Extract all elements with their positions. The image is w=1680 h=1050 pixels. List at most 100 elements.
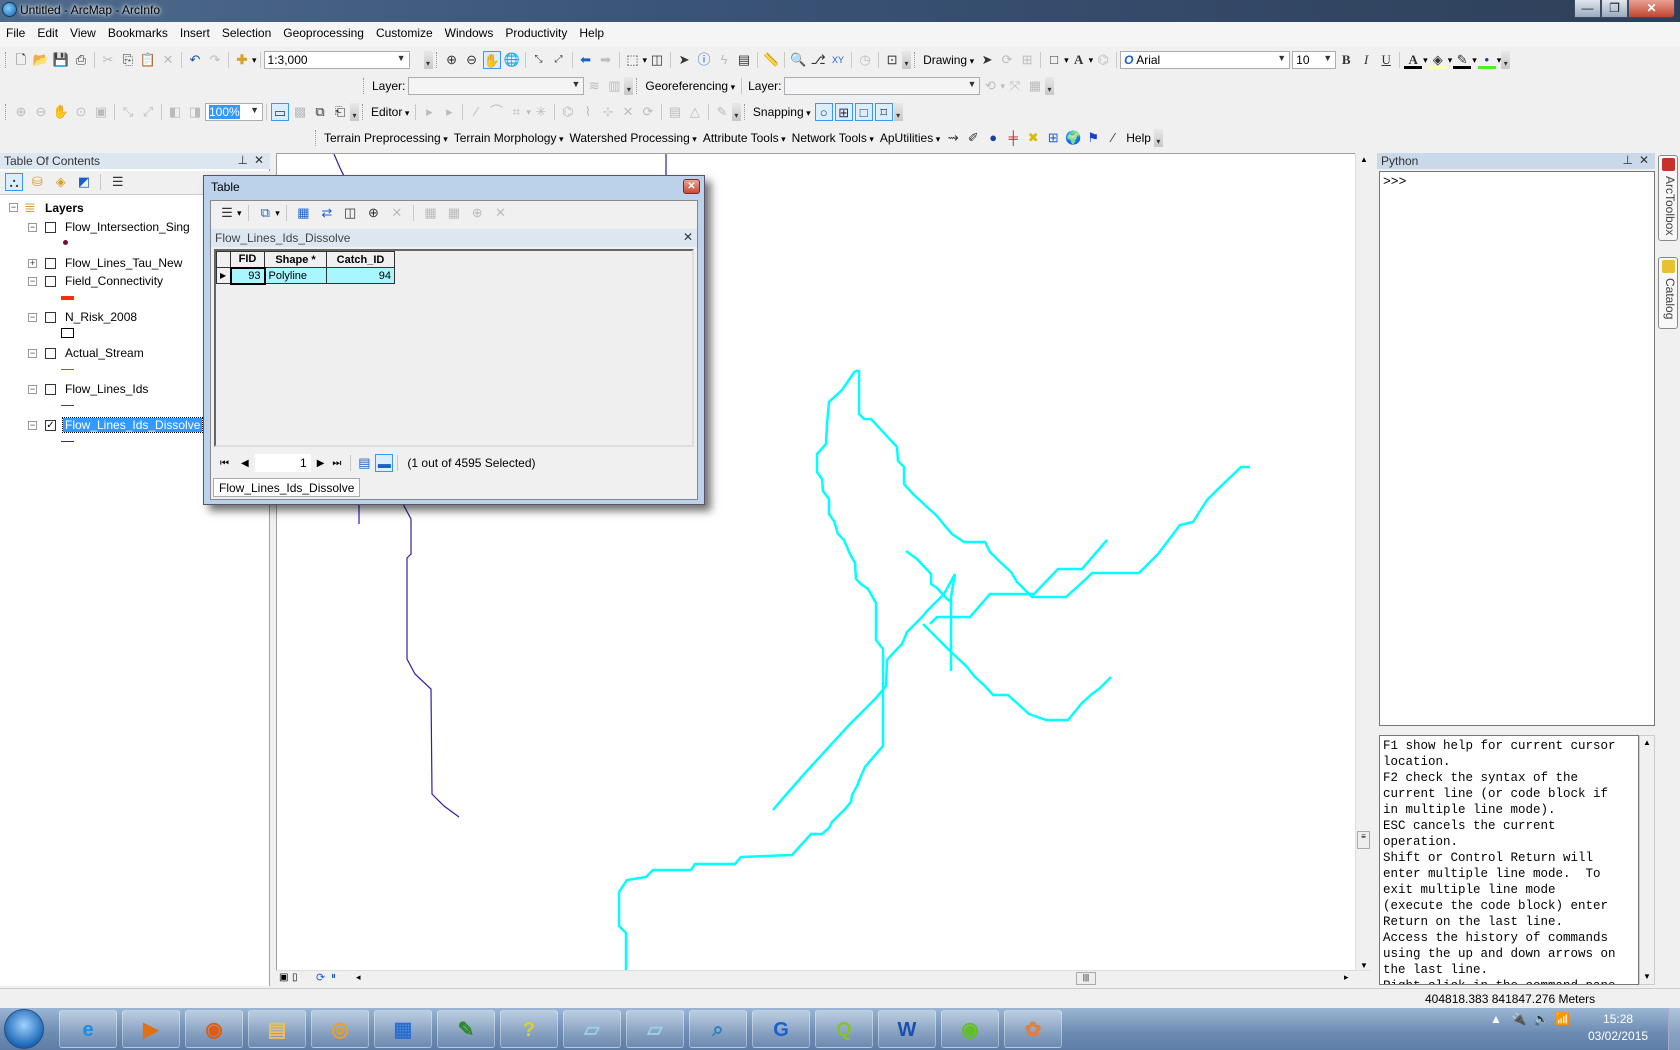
column-header-fid[interactable]: FID xyxy=(230,251,265,268)
map-scale-combo[interactable]: 1:3,000 ▼ xyxy=(263,51,410,69)
zoom-to-selected-elements-icon[interactable]: ⊞ xyxy=(1018,51,1036,69)
cut-icon[interactable]: ✂ xyxy=(99,51,117,69)
swipe-icon[interactable]: ≋ xyxy=(585,77,603,95)
toolbar-overflow[interactable]: ▾ xyxy=(902,51,912,69)
delete-icon[interactable]: ✕ xyxy=(159,51,177,69)
cell-fid[interactable]: 93 xyxy=(229,266,266,285)
redo-icon[interactable]: ↷ xyxy=(206,51,224,69)
toggle-draft-mode-icon[interactable]: ▭ xyxy=(271,103,289,121)
toolbar-grip[interactable] xyxy=(5,52,8,68)
select-elements-icon[interactable]: ➤ xyxy=(978,51,996,69)
html-popup-icon[interactable]: ▤ xyxy=(735,51,753,69)
taskbar-app-paint[interactable]: ✿ xyxy=(1004,1010,1062,1048)
layer-combo[interactable]: ▼ xyxy=(408,77,585,95)
map-vertical-scrollbar[interactable]: ▲ ≡ ▼ xyxy=(1355,153,1371,975)
layout-zoom-out-icon[interactable]: ⊖ xyxy=(32,103,50,121)
select-elements-icon[interactable]: ➤ xyxy=(675,51,693,69)
zoom-icon[interactable]: ⊕ xyxy=(468,204,486,222)
split-icon[interactable]: ✕ xyxy=(619,103,637,121)
refresh-icon[interactable]: ⟳ xyxy=(316,971,325,984)
font-size-combo[interactable]: 10 ▼ xyxy=(1292,51,1337,69)
layer-visibility-checkbox[interactable] xyxy=(45,222,56,233)
rectangle-icon[interactable]: □ xyxy=(1045,51,1063,69)
collapse-icon[interactable]: − xyxy=(28,223,37,232)
close-icon[interactable]: ✕ xyxy=(254,153,264,167)
scroll-left-icon[interactable]: ◂ xyxy=(356,972,361,983)
back-extent-icon[interactable]: ⬅ xyxy=(577,51,595,69)
taskbar-app-notepad[interactable]: ▱ xyxy=(563,1010,621,1048)
flow-path-icon[interactable]: ⇝ xyxy=(944,129,962,147)
georeferencing-menu[interactable]: Georeferencing xyxy=(642,79,738,93)
cut-polygons-icon[interactable]: ⊹ xyxy=(599,103,617,121)
taskbar-app-control-panel[interactable]: ▦ xyxy=(374,1010,432,1048)
edit-tool-icon[interactable]: ▸ xyxy=(420,103,438,121)
add-control-points-icon[interactable]: ⤧ xyxy=(1006,77,1024,95)
power-icon[interactable]: 🔌 xyxy=(1512,1012,1527,1026)
fixed-zoom-out-icon[interactable]: ⤢ xyxy=(139,103,157,121)
toolbar-overflow[interactable]: ▾ xyxy=(731,103,741,121)
menu-customize[interactable]: Customize xyxy=(370,22,439,44)
attributes-icon[interactable]: ▤ xyxy=(666,103,684,121)
list-by-selection-icon[interactable]: ◩ xyxy=(75,173,93,191)
layer-visibility-checkbox[interactable] xyxy=(45,384,56,395)
find-route-icon[interactable]: ⎇ xyxy=(809,51,827,69)
collapse-icon[interactable]: − xyxy=(28,277,37,286)
pencil-icon[interactable]: ⁄ xyxy=(1104,129,1122,147)
menu-windows[interactable]: Windows xyxy=(439,22,500,44)
terrain-morphology-menu[interactable]: Terrain Morphology xyxy=(451,131,567,145)
layer-symbol-icon[interactable] xyxy=(61,296,74,300)
expand-icon[interactable]: + xyxy=(28,259,37,268)
layer-name[interactable]: Flow_Lines_Tau_New xyxy=(63,256,184,270)
cell-catch-id[interactable]: 94 xyxy=(326,267,395,284)
layer-visibility-checkbox[interactable] xyxy=(45,312,56,323)
pan-icon[interactable]: ✋ xyxy=(482,51,501,69)
scroll-up-icon[interactable]: ▲ xyxy=(1643,738,1651,747)
layer-visibility-checkbox[interactable]: ✓ xyxy=(45,420,56,431)
rotate-icon[interactable]: ⟳ xyxy=(639,103,657,121)
delete-selected-icon[interactable]: ✕ xyxy=(388,204,406,222)
related-tables-icon[interactable]: ⧉ xyxy=(256,204,274,222)
globe-icon[interactable]: 🌍 xyxy=(1064,129,1082,147)
taskbar-app-outlook[interactable]: ◎ xyxy=(311,1010,369,1048)
change-layout-icon[interactable]: ⧉ xyxy=(311,103,329,121)
show-desktop-button[interactable] xyxy=(1668,1008,1680,1050)
switch-selection-icon[interactable]: ⇄ xyxy=(318,204,336,222)
collapse-icon[interactable]: − xyxy=(9,203,18,212)
options-icon[interactable]: ☰ xyxy=(109,173,127,191)
catalog-tab[interactable]: Catalog xyxy=(1658,257,1678,329)
previous-extent-icon[interactable]: ◧ xyxy=(166,103,184,121)
focus-data-frame-icon[interactable]: ▩ xyxy=(291,103,309,121)
zoom-out-icon[interactable]: ⊖ xyxy=(463,51,481,69)
flag-icon[interactable]: ⚑ xyxy=(1084,129,1102,147)
previous-record-icon[interactable]: ◀ xyxy=(241,458,249,469)
zoom-to-selected-icon[interactable]: ⊕ xyxy=(364,204,382,222)
fill-color-icon[interactable]: ◈ xyxy=(1428,51,1447,69)
menu-selection[interactable]: Selection xyxy=(216,22,277,44)
taskbar-app-file-explorer[interactable]: ▤ xyxy=(248,1010,306,1048)
add-data-icon[interactable]: ✚ xyxy=(233,51,251,69)
layout-zoom-combo[interactable]: 100% ▼ xyxy=(205,103,263,121)
sketch-icon[interactable]: ✐ xyxy=(964,129,982,147)
marker-color-icon[interactable]: • xyxy=(1477,51,1496,69)
print-icon[interactable]: ⎙ xyxy=(72,51,90,69)
fixed-zoom-in-icon[interactable]: ⤡ xyxy=(119,103,137,121)
watershed-processing-menu[interactable]: Watershed Processing xyxy=(567,131,700,145)
network-icon[interactable]: ⊞ xyxy=(1044,129,1062,147)
show-hidden-icons[interactable]: ▲ xyxy=(1490,1012,1502,1026)
layer-symbol-icon[interactable] xyxy=(61,441,74,442)
maximize-button[interactable]: ❐ xyxy=(1601,0,1628,18)
layer-visibility-checkbox[interactable] xyxy=(45,348,56,359)
record-number-input[interactable]: 1 xyxy=(254,454,311,472)
zoom-whole-page-icon[interactable]: ⊙ xyxy=(72,103,90,121)
menu-edit[interactable]: Edit xyxy=(31,22,64,44)
start-button[interactable] xyxy=(4,1009,44,1049)
edit-annotation-icon[interactable]: ▸ xyxy=(440,103,458,121)
copy-rows-icon[interactable]: ▦ xyxy=(422,204,440,222)
layers-root[interactable]: − ≣ Layers xyxy=(0,199,200,217)
toolbar-overflow[interactable]: ▾ xyxy=(350,103,359,121)
forward-extent-icon[interactable]: ➡ xyxy=(597,51,615,69)
undo-icon[interactable]: ↶ xyxy=(186,51,204,69)
minimize-button[interactable]: — xyxy=(1574,0,1601,18)
menu-view[interactable]: View xyxy=(64,22,102,44)
scroll-down-icon[interactable]: ▼ xyxy=(1360,961,1368,970)
